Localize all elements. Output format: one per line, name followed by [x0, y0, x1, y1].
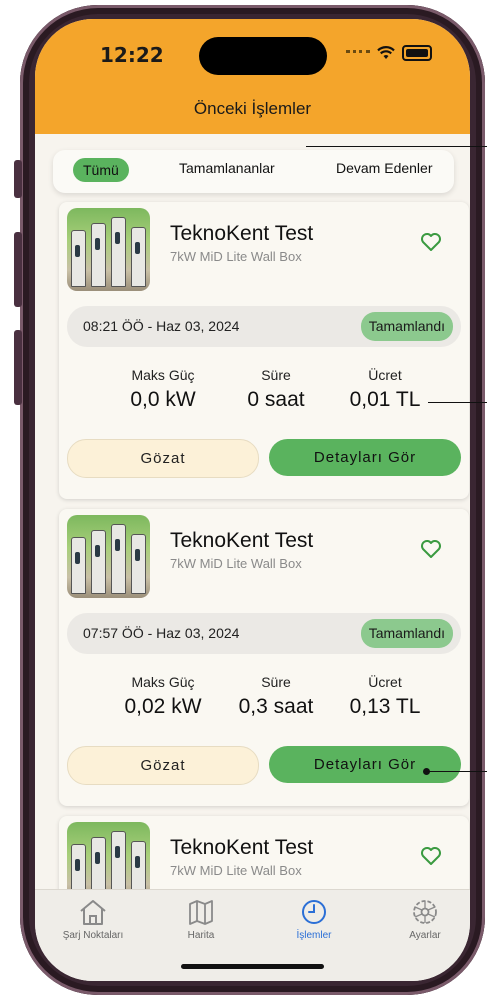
duration-stat: Süre 0,3 saat: [216, 674, 336, 719]
view-details-button[interactable]: Detayları Gör: [269, 439, 461, 476]
transaction-card: TeknoKent Test 7kW MiD Lite Wall Box 08:…: [59, 202, 469, 499]
max-power-stat: Maks Güç 0,0 kW: [103, 367, 223, 412]
max-power-value: 0,0 kW: [130, 388, 196, 411]
nav-transactions[interactable]: İşlemler: [264, 898, 364, 941]
view-details-button[interactable]: Detayları Gör: [269, 746, 461, 783]
nav-label: İşlemler: [296, 930, 332, 941]
map-icon: [189, 900, 213, 925]
callout-line: [428, 771, 487, 772]
station-name: TeknoKent Test: [170, 836, 314, 859]
browse-button[interactable]: Gözat: [67, 746, 259, 785]
callout-line: [306, 146, 487, 147]
nav-charge-points[interactable]: Şarj Noktaları: [43, 898, 143, 941]
status-badge: Tamamlandı: [360, 312, 453, 341]
wifi-icon: [377, 46, 395, 59]
filter-tabs: Tümü Tamamlananlar Devam Edenler: [53, 150, 454, 193]
station-photo: [67, 515, 150, 598]
nav-map[interactable]: Harita: [151, 898, 251, 941]
duration-value: 0,3 saat: [238, 695, 314, 718]
session-datetime: 08:21 ÖÖ - Haz 03, 2024: [83, 318, 240, 334]
station-model: 7kW MiD Lite Wall Box: [170, 556, 302, 571]
fee-label: Ücret: [368, 674, 402, 690]
browse-button[interactable]: Gözat: [67, 439, 259, 478]
volume-down-button: [14, 330, 22, 405]
station-model: 7kW MiD Lite Wall Box: [170, 249, 302, 264]
nav-label: Harita: [187, 930, 215, 941]
status-badge: Tamamlandı: [360, 619, 453, 648]
max-power-label: Maks Güç: [131, 674, 195, 690]
nav-settings[interactable]: Ayarlar: [375, 898, 470, 941]
fee-value: 0,13 TL: [349, 695, 421, 718]
nav-label: Şarj Noktaları: [62, 930, 124, 941]
max-power-value: 0,02 kW: [124, 695, 202, 718]
duration-value: 0 saat: [247, 388, 305, 411]
signal-icon: [346, 49, 370, 57]
duration-label: Süre: [261, 674, 291, 690]
favorite-heart-icon[interactable]: [419, 230, 443, 254]
nav-label: Ayarlar: [409, 930, 441, 941]
app-screen: 12:22 Önceki İşlemler Tümü Tamamlananlar…: [35, 19, 470, 981]
duration-label: Süre: [261, 367, 291, 383]
favorite-heart-icon[interactable]: [419, 537, 443, 561]
session-date-row: 07:57 ÖÖ - Haz 03, 2024 Tamamlandı: [67, 613, 461, 654]
callout-dot: [423, 768, 430, 775]
station-name: TeknoKent Test: [170, 222, 314, 245]
status-time: 12:22: [100, 43, 164, 67]
favorite-heart-icon[interactable]: [419, 844, 443, 868]
duration-stat: Süre 0 saat: [216, 367, 336, 412]
status-icons: [346, 45, 432, 61]
max-power-stat: Maks Güç 0,02 kW: [103, 674, 223, 719]
fee-stat: Ücret 0,01 TL: [325, 367, 445, 412]
app-header: 12:22 Önceki İşlemler: [35, 19, 470, 134]
session-date-row: 08:21 ÖÖ - Haz 03, 2024 Tamamlandı: [67, 306, 461, 347]
gear-icon: [413, 900, 437, 924]
page-title: Önceki İşlemler: [193, 99, 312, 118]
dynamic-island: [199, 37, 327, 75]
transaction-card: TeknoKent Test 7kW MiD Lite Wall Box 07:…: [59, 509, 469, 806]
tab-all[interactable]: Tümü: [73, 158, 129, 182]
fee-value: 0,01 TL: [349, 388, 421, 411]
station-model: 7kW MiD Lite Wall Box: [170, 863, 302, 878]
fee-stat: Ücret 0,13 TL: [325, 674, 445, 719]
volume-up-button: [14, 232, 22, 307]
session-datetime: 07:57 ÖÖ - Haz 03, 2024: [83, 625, 240, 641]
home-icon: [80, 900, 106, 925]
mute-switch: [14, 160, 22, 198]
station-name: TeknoKent Test: [170, 529, 314, 552]
battery-icon: [402, 45, 432, 61]
home-indicator: [181, 964, 324, 969]
tab-in-progress[interactable]: Devam Edenler: [336, 160, 433, 176]
callout-line: [428, 402, 487, 403]
clock-icon: [302, 900, 326, 924]
fee-label: Ücret: [368, 367, 402, 383]
tab-completed[interactable]: Tamamlananlar: [179, 160, 275, 176]
station-photo: [67, 208, 150, 291]
max-power-label: Maks Güç: [131, 367, 195, 383]
